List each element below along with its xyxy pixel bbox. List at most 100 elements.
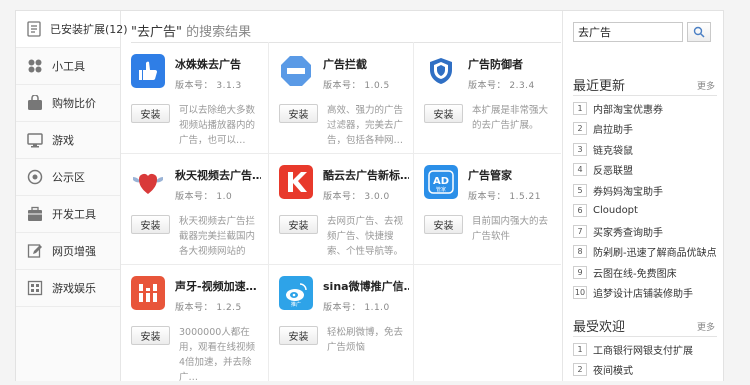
entertainment-grid-icon xyxy=(26,279,44,297)
install-button[interactable]: 安装 xyxy=(279,104,318,123)
list-item-label: 券妈妈淘宝助手 xyxy=(593,186,663,198)
sidebar-item-entertainment[interactable]: 游戏娱乐 xyxy=(16,270,120,307)
install-button[interactable]: 安装 xyxy=(424,104,463,123)
sidebar-item-games[interactable]: 游戏 xyxy=(16,122,120,159)
list-item-label: 买家秀查询助手 xyxy=(593,227,663,239)
thumbs-up-icon[interactable] xyxy=(131,54,165,88)
sidebar-item-label: 游戏 xyxy=(52,134,74,147)
extension-name[interactable]: 广告防御者 xyxy=(468,56,554,72)
sidebar-item-page-enhance[interactable]: 网页增强 xyxy=(16,233,120,270)
extension-version: 版本号： 3.1.3 xyxy=(175,81,242,91)
result-card: 酷云去广告新标… 版本号： 3.0.0 安装 去网页广告、去视频广告、快捷搜索、… xyxy=(269,154,413,264)
list-item[interactable]: 2 夜间模式 xyxy=(573,360,718,381)
most-popular-list: 1 工商银行网银支付扩展 2 夜间模式 xyxy=(573,339,718,380)
list-item[interactable]: 5 券妈妈淘宝助手 xyxy=(573,180,718,201)
developer-tools-icon xyxy=(26,205,44,223)
result-card: 声牙-视频加速… 版本号： 1.2.5 安装 3000000人都在用，观看在线视… xyxy=(121,265,265,383)
list-item[interactable]: 4 反恶联盟 xyxy=(573,160,718,181)
install-button[interactable]: 安装 xyxy=(279,326,318,345)
extension-name[interactable]: sina微博推广信… xyxy=(323,278,409,294)
k-logo-icon[interactable] xyxy=(279,165,313,199)
extension-description: 可以去除绝大多数视频站播放器内的广告，也可以… xyxy=(179,105,256,146)
list-item[interactable]: 6 Cloudopt xyxy=(573,201,718,222)
game-monitor-icon xyxy=(26,131,44,149)
sidebar-item-notice[interactable]: 公示区 xyxy=(16,159,120,196)
extension-name[interactable]: 广告拦截 xyxy=(323,56,409,72)
search-input[interactable]: 去广告 xyxy=(573,22,683,42)
list-item-label: 反恶联盟 xyxy=(593,166,633,178)
divider xyxy=(573,95,717,96)
list-item-label: Cloudopt xyxy=(593,205,638,217)
extension-version: 版本号： 1.0 xyxy=(175,192,233,202)
right-panel: 去广告 最近更新 更多 1 内部淘宝优惠券 2 启拉助手 3 链克袋鼠 4 反恶联盟 5… xyxy=(562,11,723,381)
list-item[interactable]: 7 买家秀查询助手 xyxy=(573,221,718,242)
rank-number: 1 xyxy=(573,342,587,356)
extension-name[interactable]: 声牙-视频加速… xyxy=(175,278,261,294)
extension-description: 本扩展是非常强大的去广告扩展。 xyxy=(472,105,549,131)
sidebar-item-label: 购物比价 xyxy=(52,97,96,110)
svg-text:管家: 管家 xyxy=(436,186,446,193)
result-card: 广告拦截 版本号： 1.0.5 安装 高效、强力的广告过滤器，完美去广告，包括各… xyxy=(269,43,413,153)
list-item-label: 内部淘宝优惠券 xyxy=(593,104,663,116)
list-item[interactable]: 1 内部淘宝优惠券 xyxy=(573,98,718,119)
list-item-label: 工商银行网银支付扩展 xyxy=(593,345,693,357)
rank-number: 8 xyxy=(573,245,587,259)
block-octagon-icon[interactable] xyxy=(279,54,313,88)
install-button[interactable]: 安装 xyxy=(131,326,170,345)
winged-heart-icon[interactable] xyxy=(131,165,165,199)
list-item[interactable]: 2 启拉助手 xyxy=(573,119,718,140)
list-item[interactable]: 10 追梦设计店铺装修助手 xyxy=(573,283,718,304)
rank-number: 2 xyxy=(573,122,587,136)
sidebar-item-installed[interactable]: 已安装扩展(12) xyxy=(16,11,128,48)
sidebar-item-tools[interactable]: 小工具 xyxy=(16,48,120,85)
extension-name[interactable]: 冰姝姝去广告 xyxy=(175,56,261,72)
recent-updates-list: 1 内部淘宝优惠券 2 启拉助手 3 链克袋鼠 4 反恶联盟 5 券妈妈淘宝助手 6 Clo… xyxy=(573,98,718,303)
ad-manager-icon[interactable]: AD 管家 xyxy=(424,165,458,199)
extension-name[interactable]: 酷云去广告新标… xyxy=(323,167,409,183)
search-button[interactable] xyxy=(687,22,711,42)
installed-icon xyxy=(26,20,42,38)
svg-text:推广: 推广 xyxy=(291,301,301,307)
extension-name[interactable]: 广告管家 xyxy=(468,167,554,183)
extension-description: 高效、强力的广告过滤器，完美去广告，包括各种网… xyxy=(327,105,404,146)
sidebar-item-dev-tools[interactable]: 开发工具 xyxy=(16,196,120,233)
extension-version: 版本号： 1.5.21 xyxy=(468,192,541,202)
extension-version: 版本号： 1.0.5 xyxy=(323,81,390,91)
sidebar-item-shopping[interactable]: 购物比价 xyxy=(16,85,120,122)
list-item[interactable]: 8 防剁刷-迅速了解商品优缺点 xyxy=(573,242,718,263)
install-button[interactable]: 安装 xyxy=(424,215,463,234)
recent-more-link[interactable]: 更多 xyxy=(697,79,715,92)
shield-icon[interactable] xyxy=(424,54,458,88)
search-results-suffix: 的搜索结果 xyxy=(181,25,252,40)
install-button[interactable]: 安装 xyxy=(131,215,170,234)
extension-description: 目前国内强大的去广告软件 xyxy=(472,216,549,242)
sound-bars-icon[interactable] xyxy=(131,276,165,310)
list-item[interactable]: 9 云图在线-免费图床 xyxy=(573,262,718,283)
rank-number: 1 xyxy=(573,101,587,115)
extension-description: 3000000人都在用，观看在线视频4倍加速，并去除广… xyxy=(179,327,256,383)
sidebar-item-label: 开发工具 xyxy=(52,208,96,221)
list-item-label: 防剁刷-迅速了解商品优缺点 xyxy=(593,248,717,260)
most-popular-title: 最受欢迎 xyxy=(573,320,626,335)
rank-number: 3 xyxy=(573,142,587,156)
search-query-text: "去广告" xyxy=(131,25,182,40)
result-card: 推广 sina微博推广信… 版本号： 1.1.0 安装 轻松刷微博，免去广告烦恼 xyxy=(269,265,413,375)
svg-text:AD: AD xyxy=(433,176,449,187)
rank-number: 5 xyxy=(573,183,587,197)
shopping-bag-icon xyxy=(26,94,44,112)
search-icon xyxy=(693,26,705,38)
search-results-panel: "去广告" 的搜索结果 冰姝姝去广告 版本号： 3.1.3 安装 可以去除绝大多… xyxy=(121,11,561,383)
extension-name[interactable]: 秋天视频去广告… xyxy=(175,167,261,183)
list-item[interactable]: 1 工商银行网银支付扩展 xyxy=(573,339,718,360)
search-results-title: "去广告" 的搜索结果 xyxy=(131,21,251,40)
sidebar-item-label: 游戏娱乐 xyxy=(52,282,96,295)
weibo-icon[interactable]: 推广 xyxy=(279,276,313,310)
popular-more-link[interactable]: 更多 xyxy=(697,320,715,333)
install-button[interactable]: 安装 xyxy=(131,104,170,123)
list-item[interactable]: 3 链克袋鼠 xyxy=(573,139,718,160)
extension-version: 版本号： 3.0.0 xyxy=(323,192,390,202)
rank-number: 6 xyxy=(573,204,587,218)
extension-description: 秋天视频去广告拦截器完美拦截国内各大视频网站的 xyxy=(179,216,256,257)
install-button[interactable]: 安装 xyxy=(279,215,318,234)
page-edit-icon xyxy=(26,242,44,260)
